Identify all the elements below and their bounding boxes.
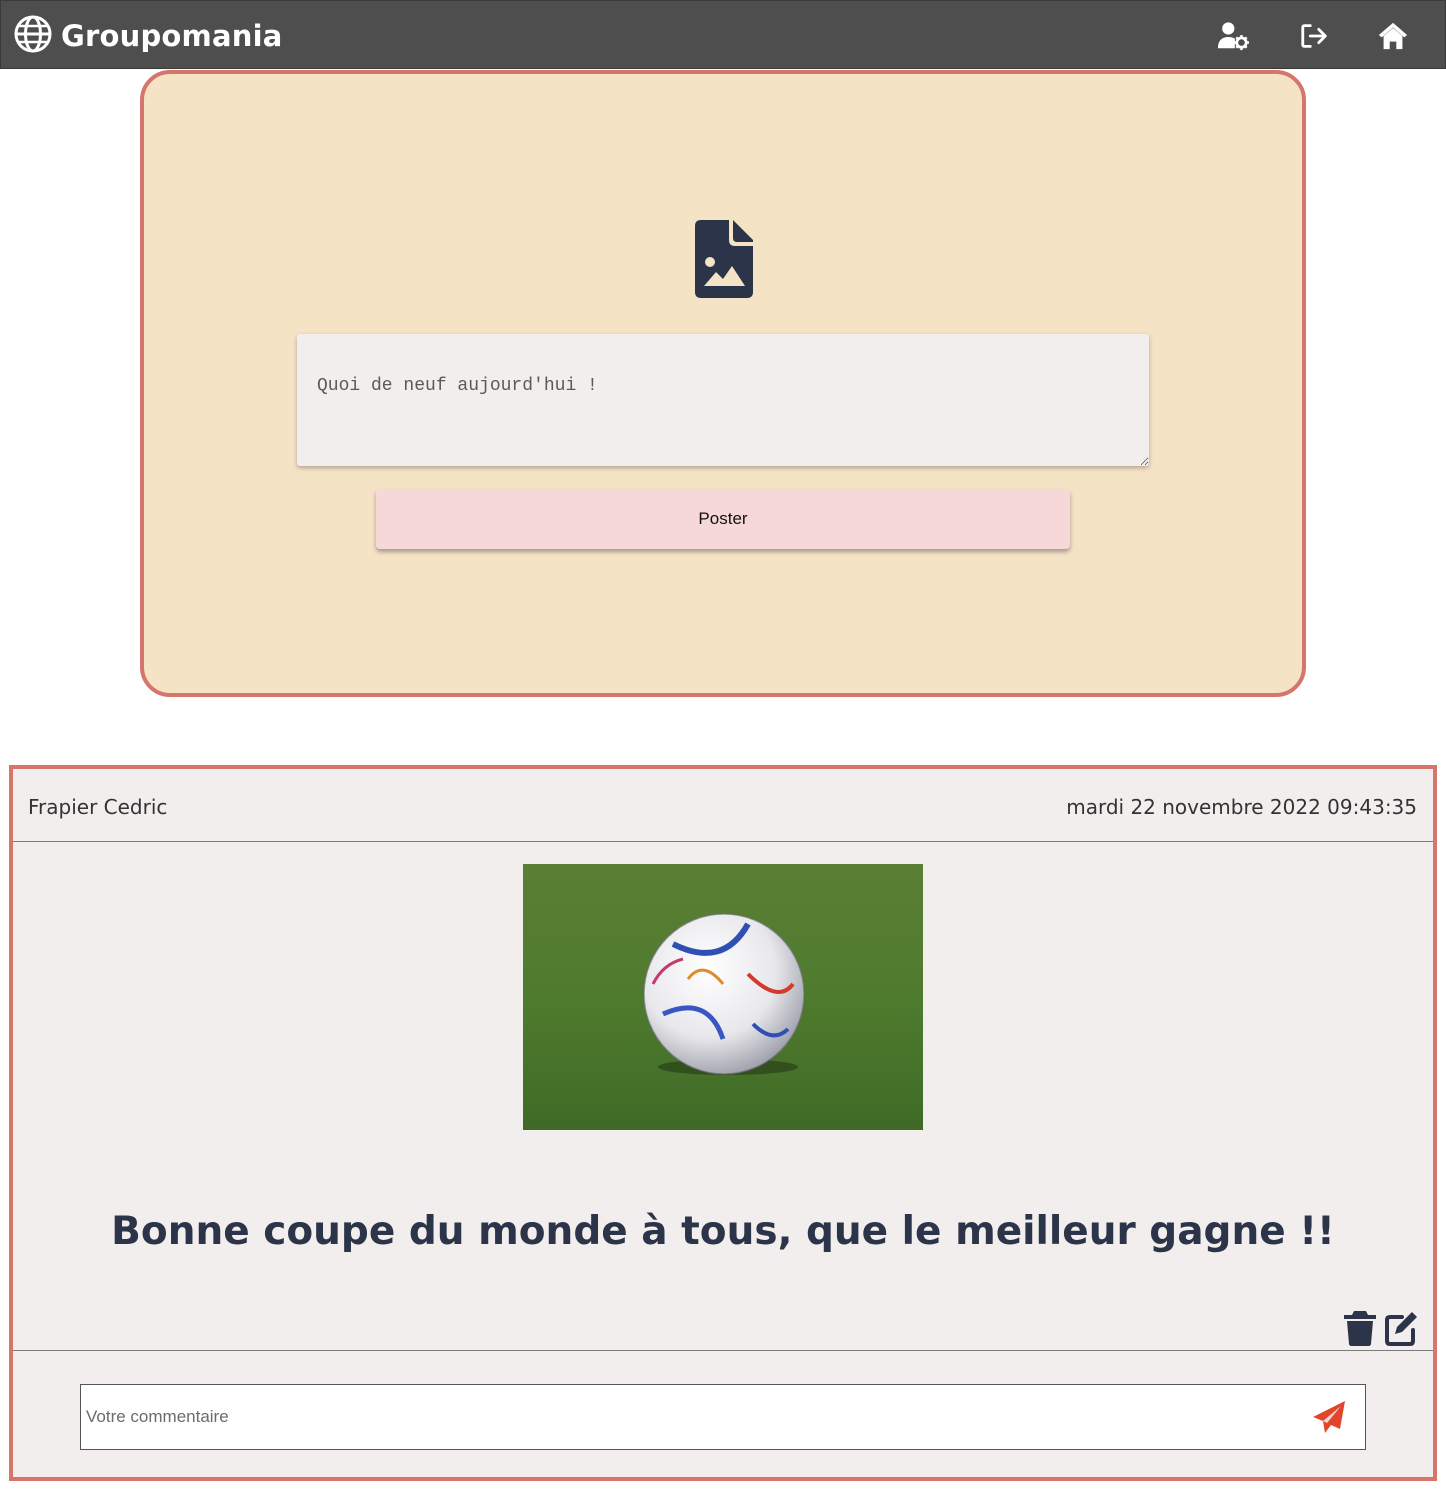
post-header: Frapier Cedric mardi 22 novembre 2022 09…	[13, 769, 1433, 842]
trash-icon[interactable]	[1343, 1309, 1377, 1347]
compose-card: Poster	[140, 70, 1306, 697]
post-button[interactable]: Poster	[376, 489, 1070, 549]
divider	[13, 1350, 1433, 1351]
user-settings-icon[interactable]	[1216, 19, 1250, 53]
edit-icon[interactable]	[1384, 1309, 1418, 1347]
globe-icon	[13, 14, 53, 59]
post-textarea[interactable]	[297, 334, 1149, 466]
post-author: Frapier Cedric	[28, 795, 168, 819]
logout-icon[interactable]	[1298, 19, 1332, 53]
post-message: Bonne coupe du monde à tous, que le meil…	[111, 1209, 1335, 1254]
comment-input[interactable]	[81, 1385, 1301, 1449]
post-date: mardi 22 novembre 2022 09:43:35	[1066, 795, 1417, 819]
post-card: Frapier Cedric mardi 22 novembre 2022 09…	[9, 765, 1437, 1481]
paper-plane-icon[interactable]	[1311, 1399, 1347, 1435]
home-icon[interactable]	[1376, 19, 1410, 53]
top-navbar: Groupomania	[0, 0, 1446, 69]
brand[interactable]: Groupomania	[13, 15, 283, 57]
comment-box	[80, 1384, 1366, 1450]
file-image-icon[interactable]	[695, 220, 755, 300]
post-image	[523, 864, 923, 1130]
brand-name: Groupomania	[61, 19, 283, 53]
